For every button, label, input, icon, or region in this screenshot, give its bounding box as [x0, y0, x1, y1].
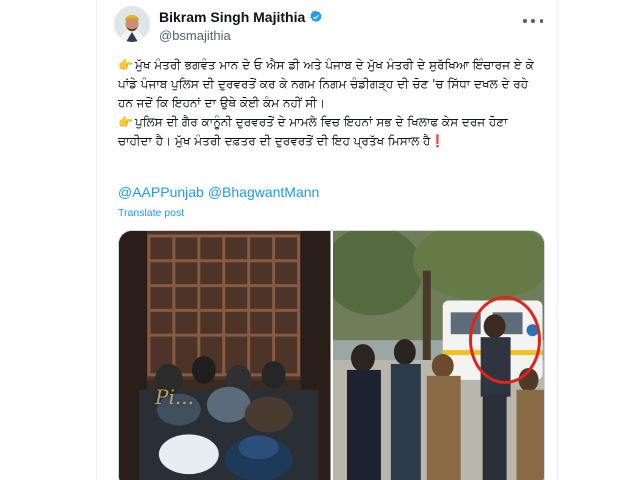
pointing-hand-icon: 👉: [118, 58, 133, 72]
translate-post-link[interactable]: Translate post: [118, 207, 184, 219]
tweet-paragraph-1: 👉 ਮੁੱਖ ਮੰਤਰੀ ਭਗਵੰਤ ਮਾਨ ਦੇ ਓ ਐਸ ਡੀ ਅਤੇ ਪੰਜ…: [118, 56, 543, 113]
paragraph-1-text: ਮੁੱਖ ਮੰਤਰੀ ਭਗਵੰਤ ਮਾਨ ਦੇ ਓ ਐਸ ਡੀ ਅਤੇ ਪੰਜਾ…: [118, 58, 534, 110]
more-options-icon[interactable]: [523, 14, 543, 28]
paragraph-2-text: ਪੁਲਿਸ ਦੀ ਗੈਰ ਕਾਨੂੰਨੀ ਦੁਰਵਰਤੋਂ ਦੇ ਮਾਮਲੇ ਵ…: [118, 115, 508, 148]
mention-bhagwantmann[interactable]: @BhagwantMann: [208, 184, 320, 200]
pointing-hand-icon: 👉: [118, 115, 133, 129]
avatar[interactable]: [114, 6, 150, 42]
verified-badge-icon: [310, 10, 322, 22]
mentions: @AAPPunjab @BhagwantMann: [118, 184, 319, 200]
crowd-at-gate-photo: [119, 231, 331, 480]
page-frame: Bikram Singh Majithia @bsmajithia 👉 ਮੁੱਖ …: [96, 0, 558, 480]
author-name-text: Bikram Singh Majithia: [159, 9, 306, 25]
photo-watermark: Pi...: [155, 385, 194, 409]
exclamation-icon: ❗: [430, 134, 446, 148]
tweet[interactable]: Bikram Singh Majithia @bsmajithia 👉 ਮੁੱਖ …: [97, 0, 557, 480]
media-photo-right[interactable]: [332, 231, 544, 480]
author-display-name[interactable]: Bikram Singh Majithia: [159, 9, 323, 25]
avatar-image: [114, 6, 150, 42]
media-photo-left[interactable]: Pi...: [119, 231, 331, 480]
highlight-circle: [468, 296, 541, 384]
mention-aappunjab[interactable]: @AAPPunjab: [118, 184, 204, 200]
author-handle[interactable]: @bsmajithia: [159, 28, 231, 43]
media-grid: Pi...: [118, 230, 545, 480]
tweet-paragraph-2: 👉 ਪੁਲਿਸ ਦੀ ਗੈਰ ਕਾਨੂੰਨੀ ਦੁਰਵਰਤੋਂ ਦੇ ਮਾਮਲੇ …: [118, 113, 543, 151]
tweet-text: 👉 ਮੁੱਖ ਮੰਤਰੀ ਭਗਵੰਤ ਮਾਨ ਦੇ ਓ ਐਸ ਡੀ ਅਤੇ ਪੰਜ…: [118, 56, 543, 151]
